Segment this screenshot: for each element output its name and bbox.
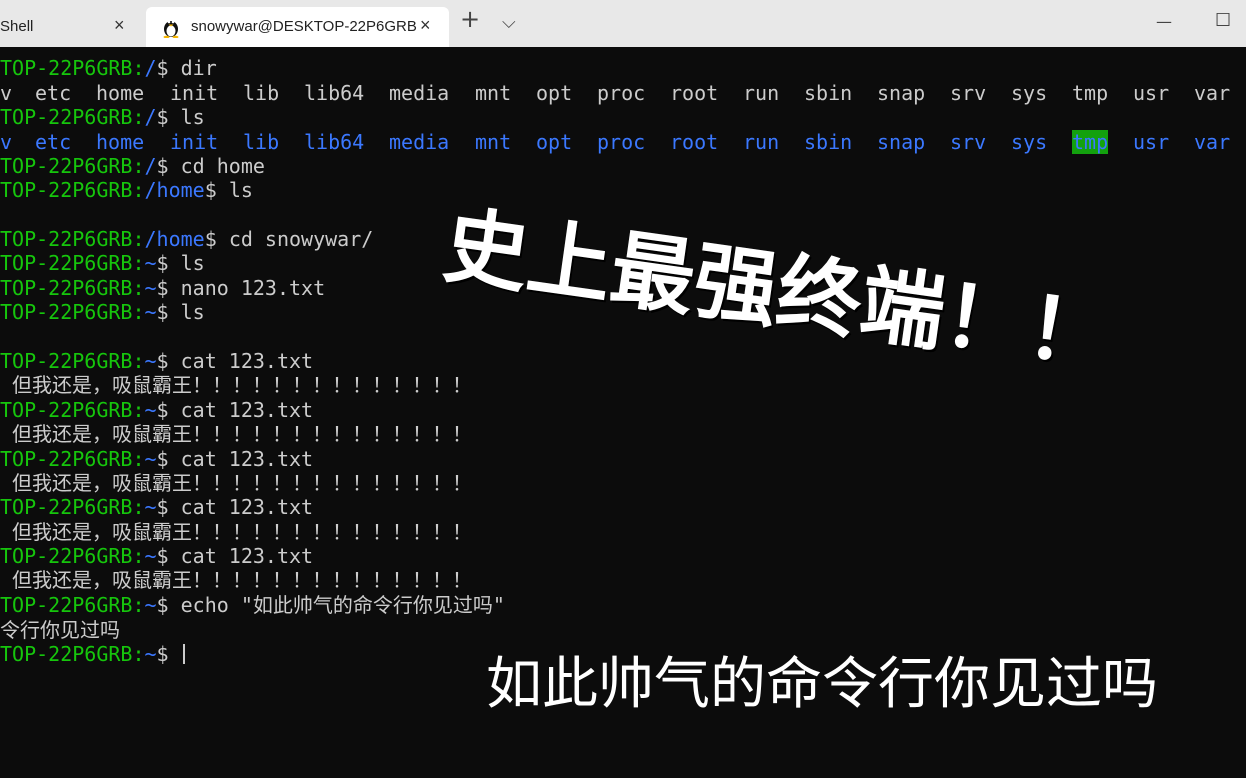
terminal-line: TOP-22P6GRB:/home$ ls xyxy=(0,178,253,202)
dir-entry-etc: etc xyxy=(35,81,72,105)
terminal-line: TOP-22P6GRB:~$ cat 123.txt xyxy=(0,544,314,568)
dir-entry-etc: etc xyxy=(35,130,72,154)
cat-output: 但我还是，吸鼠霸王！！！！！！！！！！！！！！ xyxy=(0,568,473,592)
overlay-subtitle: 如此帅气的命令行你见过吗 xyxy=(486,652,1158,717)
dir-entry-media: media xyxy=(389,81,450,105)
dir-entry-snap: snap xyxy=(877,81,926,105)
cat-output: 但我还是，吸鼠霸王！！！！！！！！！！！！！！ xyxy=(0,422,473,446)
dir-entry-v: v xyxy=(0,130,13,154)
dir-entry-usr: usr xyxy=(1133,81,1170,105)
dir-entry-lib64: lib64 xyxy=(304,130,365,154)
terminal-line: TOP-22P6GRB:~$ echo "如此帅气的命令行你见过吗" xyxy=(0,593,505,617)
dir-entry-snap: snap xyxy=(877,130,926,154)
dir-entry-home: home xyxy=(96,130,145,154)
dir-entry-tmp: tmp xyxy=(1072,130,1109,154)
dir-entry-usr: usr xyxy=(1133,130,1170,154)
new-tab-icon[interactable]: + xyxy=(460,7,480,31)
dir-entry-sbin: sbin xyxy=(804,130,853,154)
tab-ubuntu[interactable]: snowywar@DESKTOP-22P6GRB × xyxy=(146,7,449,47)
terminal-line: TOP-22P6GRB:~$ cat 123.txt xyxy=(0,495,314,519)
dir-entry-mnt: mnt xyxy=(475,130,512,154)
dir-entry-sbin: sbin xyxy=(804,81,853,105)
dir-entry-media: media xyxy=(389,130,450,154)
tab-powershell[interactable]: Shell × xyxy=(0,7,140,47)
terminal-line: TOP-22P6GRB:~$ cat 123.txt xyxy=(0,398,314,422)
tab-label: snowywar@DESKTOP-22P6GRB xyxy=(191,18,417,35)
ls-output: v etc home init lib lib64 media mnt opt proc root r… xyxy=(0,130,1246,154)
dir-entry-init: init xyxy=(170,130,219,154)
dir-entry-run: run xyxy=(743,81,780,105)
dir-entry-tmp: tmp xyxy=(1072,81,1109,105)
cat-output: 但我还是，吸鼠霸王！！！！！！！！！！！！！！ xyxy=(0,471,473,495)
terminal-line: TOP-22P6GRB:/$ cd home xyxy=(0,154,265,178)
echo-output: 令行你见过吗 xyxy=(0,618,120,642)
dir-entry-run: run xyxy=(743,130,780,154)
text-cursor xyxy=(182,644,185,664)
dir-entry-lib: lib xyxy=(243,130,280,154)
dir-entry-root: root xyxy=(670,130,719,154)
dir-entry-opt: opt xyxy=(536,130,573,154)
cat-output: 但我还是，吸鼠霸王！！！！！！！！！！！！！！ xyxy=(0,520,473,544)
title-bar: Shell × snowywar@DESKTOP-22P6GRB × + ⌵ —… xyxy=(0,0,1246,47)
dir-entry-srv: srv xyxy=(950,130,987,154)
dir-entry-lib64: lib64 xyxy=(304,81,365,105)
dir-entry-opt: opt xyxy=(536,81,573,105)
close-icon[interactable]: × xyxy=(420,15,431,36)
terminal-line: TOP-22P6GRB:/$ dir xyxy=(0,56,217,80)
dropdown-chevron-icon[interactable]: ⌵ xyxy=(502,13,516,33)
dir-entry-srv: srv xyxy=(950,81,987,105)
dir-entry-lib: lib xyxy=(243,81,280,105)
dir-entry-home: home xyxy=(96,81,145,105)
dir-entry-v: v xyxy=(0,81,13,105)
dir-entry-var: var xyxy=(1194,130,1231,154)
terminal-line: TOP-22P6GRB:/$ ls xyxy=(0,105,205,129)
dir-output: v etc home init lib lib64 media mnt opt proc root r… xyxy=(0,81,1246,105)
linux-tux-icon xyxy=(163,20,179,38)
minimize-icon[interactable]: — xyxy=(1156,12,1172,32)
dir-entry-init: init xyxy=(170,81,219,105)
maximize-icon[interactable]: ☐ xyxy=(1215,11,1231,31)
dir-entry-sys: sys xyxy=(1011,81,1048,105)
terminal-line: TOP-22P6GRB:~$ cat 123.txt xyxy=(0,447,314,471)
tab-label: Shell xyxy=(0,18,34,35)
dir-entry-proc: proc xyxy=(597,81,646,105)
dir-entry-mnt: mnt xyxy=(475,81,512,105)
dir-entry-sys: sys xyxy=(1011,130,1048,154)
close-icon[interactable]: × xyxy=(114,15,125,36)
dir-entry-var: var xyxy=(1194,81,1231,105)
dir-entry-root: root xyxy=(670,81,719,105)
dir-entry-proc: proc xyxy=(597,130,646,154)
